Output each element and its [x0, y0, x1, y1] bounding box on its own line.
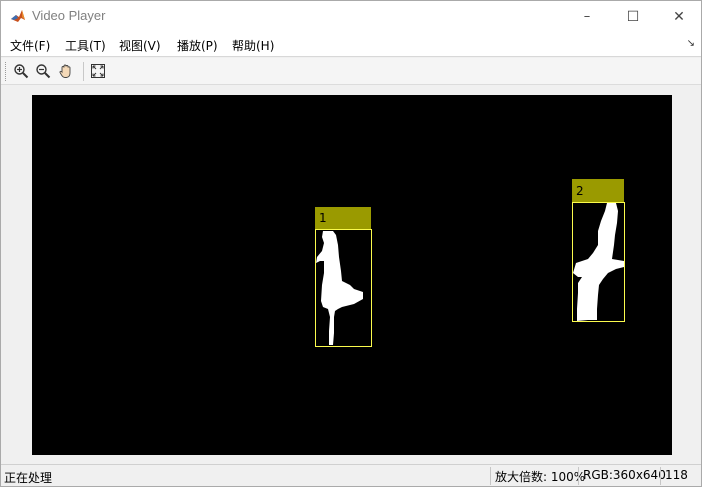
- toolbar-grip[interactable]: [5, 62, 7, 81]
- pan-hand-icon: [59, 64, 71, 78]
- detection-label: 1: [319, 211, 327, 225]
- zoom-level-readout: 放大倍数: 100%: [490, 467, 585, 485]
- toolbar-separator: [83, 62, 84, 81]
- title-bar[interactable]: Video Player – ☐ ✕: [1, 1, 701, 32]
- zoom-out-icon: [36, 64, 51, 79]
- close-button[interactable]: ✕: [656, 1, 702, 32]
- minimize-icon: –: [583, 9, 591, 24]
- frame-number-readout: 118: [660, 467, 701, 485]
- foreground-blob-2: [573, 203, 624, 321]
- video-player-window: Video Player – ☐ ✕ 文件(F) 工具(T) 视图(V) 播放(…: [0, 0, 702, 487]
- foreground-blob-1: [316, 231, 363, 345]
- fit-to-window-icon: [91, 64, 105, 78]
- menu-file[interactable]: 文件(F): [10, 37, 50, 54]
- matlab-logo-icon: [10, 8, 26, 24]
- menu-tools[interactable]: 工具(T): [65, 37, 106, 54]
- menu-help[interactable]: 帮助(H): [232, 37, 274, 54]
- window-title: Video Player: [32, 8, 106, 23]
- minimize-button[interactable]: –: [564, 1, 610, 32]
- video-frame-canvas: 1 2: [315, 179, 625, 347]
- toolbar: [1, 58, 701, 85]
- menu-view[interactable]: 视图(V): [119, 37, 161, 54]
- menu-playback[interactable]: 播放(P): [177, 37, 218, 54]
- zoom-out-button[interactable]: [33, 61, 53, 81]
- menu-bar: 文件(F) 工具(T) 视图(V) 播放(P) 帮助(H) ↘: [1, 32, 701, 57]
- zoom-in-icon: [14, 64, 29, 79]
- menu-dock-arrow-icon[interactable]: ↘: [687, 38, 695, 49]
- rgb-readout: RGB:360x640: [578, 467, 666, 485]
- maximize-button[interactable]: ☐: [610, 1, 656, 32]
- video-display-area: 1 2: [1, 86, 701, 463]
- detection-1: 1: [315, 207, 372, 347]
- close-icon: ✕: [673, 8, 685, 25]
- detection-2: 2: [572, 179, 625, 322]
- maximize-icon: ☐: [626, 8, 640, 25]
- detection-label: 2: [576, 184, 584, 198]
- pan-button[interactable]: [56, 61, 76, 81]
- video-frame[interactable]: 1 2: [32, 95, 672, 455]
- status-bar: 正在处理 放大倍数: 100% RGB:360x640 118: [1, 464, 701, 486]
- fit-to-window-button[interactable]: [88, 61, 108, 81]
- status-message: 正在处理: [4, 471, 53, 485]
- zoom-in-button[interactable]: [11, 61, 31, 81]
